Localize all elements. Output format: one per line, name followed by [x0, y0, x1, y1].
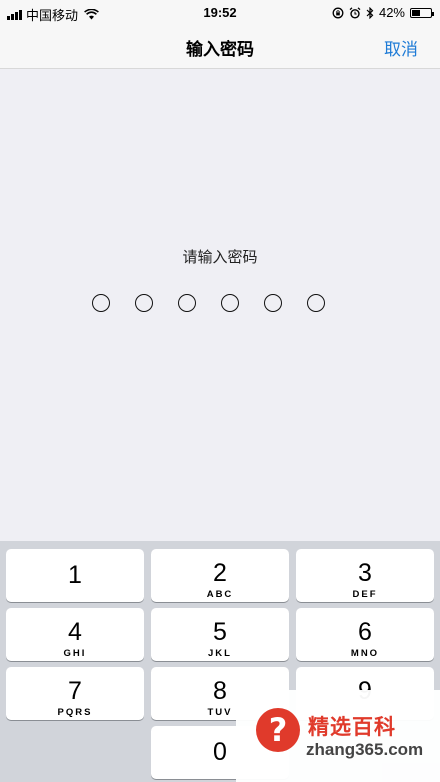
battery-icon	[410, 7, 434, 18]
key-letters: JKL	[208, 648, 232, 659]
watermark-url: zhang365.com	[306, 740, 424, 759]
key-2[interactable]: 2 ABC	[151, 549, 289, 602]
question-mark-icon: ?	[256, 708, 300, 752]
watermark-title: 精选百科	[308, 716, 396, 739]
passcode-dot	[264, 294, 282, 312]
passcode-dot	[307, 294, 325, 312]
passcode-dots	[92, 294, 325, 312]
passcode-dot	[92, 294, 110, 312]
watermark-overlay: ? 精选百科 zhang365.com	[236, 690, 440, 782]
key-letters: DEF	[352, 589, 378, 600]
key-3[interactable]: 3 DEF	[296, 549, 434, 602]
key-letters: GHI	[63, 648, 87, 659]
passcode-dot	[135, 294, 153, 312]
navigation-bar: 输入密码 取消	[0, 24, 440, 69]
cancel-button[interactable]: 取消	[384, 35, 418, 60]
battery-tip	[432, 11, 434, 16]
orientation-lock-icon	[332, 7, 344, 18]
key-digit: 4	[68, 618, 82, 646]
status-right: 42%	[332, 5, 434, 20]
key-digit: 3	[358, 559, 372, 587]
passcode-prompt: 请输入密码	[182, 249, 258, 266]
key-6[interactable]: 6 MNO	[296, 608, 434, 661]
key-digit: 5	[213, 618, 227, 646]
key-letters: PQRS	[57, 707, 93, 718]
key-letters: ABC	[206, 589, 234, 600]
bluetooth-icon	[366, 6, 374, 19]
key-digit: 1	[68, 561, 82, 589]
key-4[interactable]: 4 GHI	[6, 608, 144, 661]
passcode-dot	[221, 294, 239, 312]
key-digit: 6	[358, 618, 372, 646]
battery-percent: 42%	[378, 5, 405, 20]
page-title: 输入密码	[186, 40, 254, 59]
alarm-icon	[349, 6, 361, 19]
key-5[interactable]: 5 JKL	[151, 608, 289, 661]
key-7[interactable]: 7 PQRS	[6, 667, 144, 720]
key-digit: 2	[213, 559, 227, 587]
key-1[interactable]: 1	[6, 549, 144, 602]
key-digit: 7	[68, 677, 82, 705]
passcode-dot	[178, 294, 196, 312]
status-bar: 中国移动 19:52 42%	[0, 0, 440, 24]
key-letters: MNO	[350, 648, 380, 659]
battery-level-fill	[412, 9, 420, 16]
